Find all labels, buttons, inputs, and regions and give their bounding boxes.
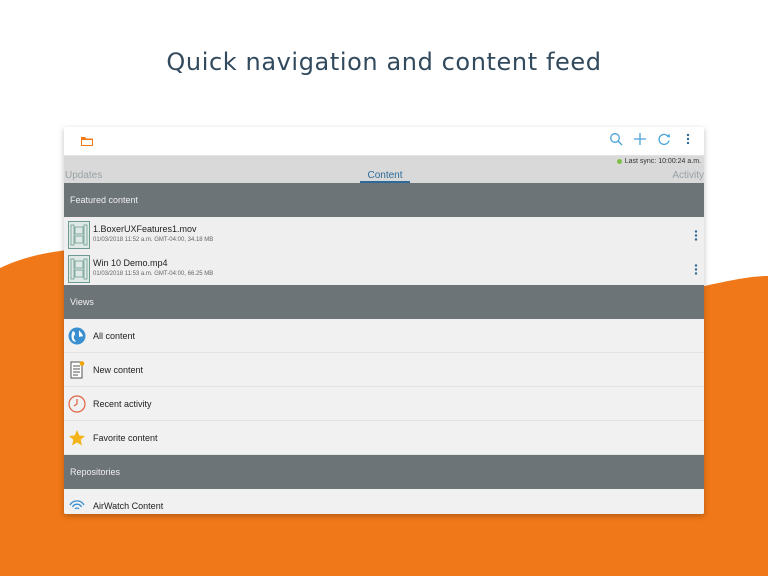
video-file-icon (68, 255, 90, 283)
app-bar (64, 127, 704, 156)
add-icon[interactable] (632, 132, 648, 148)
section-header-views: Views (64, 285, 704, 319)
repository-item-airwatch[interactable]: AirWatch Content (64, 489, 704, 514)
star-icon (68, 429, 86, 447)
clock-icon (68, 395, 86, 413)
view-item-recent-activity[interactable]: Recent activity (64, 387, 704, 421)
view-item-favorite-content[interactable]: Favorite content (64, 421, 704, 455)
page-headline: Quick navigation and content feed (166, 48, 602, 76)
file-meta: 01/03/2018 11:52 a.m. GMT-04:00, 34.18 M… (93, 237, 214, 243)
section-header-repositories: Repositories (64, 455, 704, 489)
file-meta: 01/03/2018 11:53 a.m. GMT-04:00, 66.25 M… (93, 271, 214, 277)
more-vert-icon[interactable] (694, 228, 698, 246)
app-bar-actions (608, 132, 696, 148)
view-item-label: Recent activity (93, 399, 152, 409)
more-vert-icon[interactable] (680, 132, 696, 148)
tab-bar: Last sync: 10:00:24 a.m. Updates Content… (64, 156, 704, 183)
view-item-label: Favorite content (93, 433, 158, 443)
tab-updates[interactable]: Updates (65, 170, 102, 181)
repository-item-label: AirWatch Content (93, 501, 164, 511)
folder-icon[interactable] (80, 134, 94, 152)
search-icon[interactable] (608, 132, 624, 148)
airwatch-icon (68, 497, 86, 514)
active-tab-indicator (360, 181, 410, 183)
app-window: Last sync: 10:00:24 a.m. Updates Content… (64, 127, 704, 514)
list-item-file[interactable]: Win 10 Demo.mp4 01/03/2018 11:53 a.m. GM… (64, 251, 704, 285)
section-header-featured: Featured content (64, 183, 704, 217)
view-item-all-content[interactable]: All content (64, 319, 704, 353)
tab-content[interactable]: Content (360, 170, 410, 181)
video-file-icon (68, 221, 90, 249)
sync-status: Last sync: 10:00:24 a.m. (616, 158, 701, 165)
list-item-file[interactable]: 1.BoxerUXFeatures1.mov 01/03/2018 11:52 … (64, 217, 704, 251)
sync-icon[interactable] (656, 132, 672, 148)
more-vert-icon[interactable] (694, 262, 698, 280)
view-item-label: New content (93, 365, 144, 375)
view-item-label: All content (93, 331, 136, 341)
file-name: 1.BoxerUXFeatures1.mov (93, 224, 197, 234)
sync-dot-icon (616, 158, 622, 164)
sync-status-text: Last sync: 10:00:24 a.m. (624, 158, 701, 165)
view-item-new-content[interactable]: New content (64, 353, 704, 387)
file-name: Win 10 Demo.mp4 (93, 258, 168, 268)
globe-icon (68, 327, 86, 345)
new-document-icon (68, 361, 86, 379)
tab-activity[interactable]: Activity (672, 170, 704, 181)
